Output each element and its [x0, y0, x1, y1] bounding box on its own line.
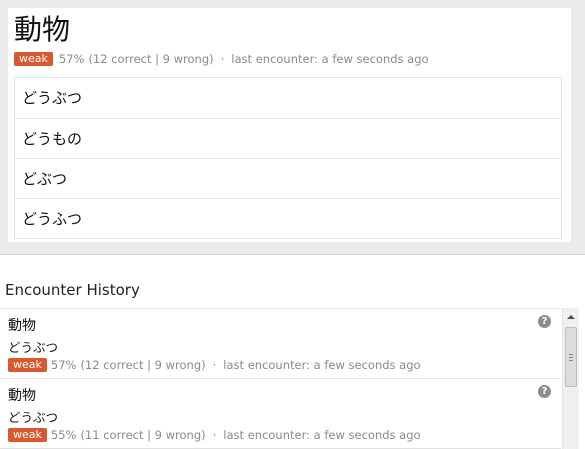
question-stats: weak 57% (12 correct | 9 wrong) · last e… — [14, 51, 429, 67]
last-encounter-text: last encounter: a few seconds ago — [231, 52, 429, 66]
last-encounter-text: last encounter: a few seconds ago — [223, 428, 421, 442]
status-badge: weak — [8, 358, 47, 372]
answer-options: どうぶつ どうもの どぶつ どうふつ — [14, 77, 562, 239]
scrollbar-thumb[interactable] — [565, 327, 577, 387]
accuracy-percent: 57% — [58, 52, 85, 66]
history-stats: weak 57% (12 correct | 9 wrong) · last e… — [8, 357, 421, 373]
history-heading: Encounter History — [5, 281, 140, 299]
separator-dot: · — [212, 358, 217, 372]
help-icon[interactable]: ? — [538, 385, 551, 398]
history-item: 動物 どうぶつ weak 57% (12 correct | 9 wrong) … — [0, 309, 561, 379]
separator-dot: · — [212, 428, 217, 442]
question-card: 動物 weak 57% (12 correct | 9 wrong) · las… — [8, 8, 571, 242]
help-icon[interactable]: ? — [538, 315, 551, 328]
correct-wrong-record: (12 correct | 9 wrong) — [88, 52, 214, 66]
last-encounter-text: last encounter: a few seconds ago — [223, 358, 421, 372]
history-stats: weak 55% (11 correct | 9 wrong) · last e… — [8, 427, 421, 443]
history-kanji: 動物 — [8, 318, 36, 334]
question-kanji: 動物 — [14, 13, 71, 46]
status-badge: weak — [14, 52, 53, 66]
encounter-history-section: Encounter History 動物 どうぶつ weak 57% (12 c… — [0, 255, 585, 449]
answer-option[interactable]: どうもの — [15, 118, 561, 158]
separator-dot: · — [220, 52, 225, 66]
accuracy-percent: 55% — [50, 428, 77, 442]
history-list: 動物 どうぶつ weak 57% (12 correct | 9 wrong) … — [0, 308, 561, 449]
history-item: 動物 どうぶつ weak 55% (11 correct | 9 wrong) … — [0, 379, 561, 449]
answer-option[interactable]: どうふつ — [15, 198, 561, 238]
history-scrollbar[interactable] — [562, 308, 579, 449]
history-kanji: 動物 — [8, 388, 36, 404]
correct-wrong-record: (11 correct | 9 wrong) — [80, 428, 206, 442]
scroll-up-arrow-icon[interactable] — [563, 308, 579, 325]
correct-wrong-record: (12 correct | 9 wrong) — [80, 358, 206, 372]
history-reading: どうぶつ — [8, 340, 59, 355]
answer-option[interactable]: どぶつ — [15, 158, 561, 198]
accuracy-percent: 57% — [50, 358, 77, 372]
status-badge: weak — [8, 428, 47, 442]
answer-option[interactable]: どうぶつ — [15, 78, 561, 118]
history-reading: どうぶつ — [8, 410, 59, 425]
